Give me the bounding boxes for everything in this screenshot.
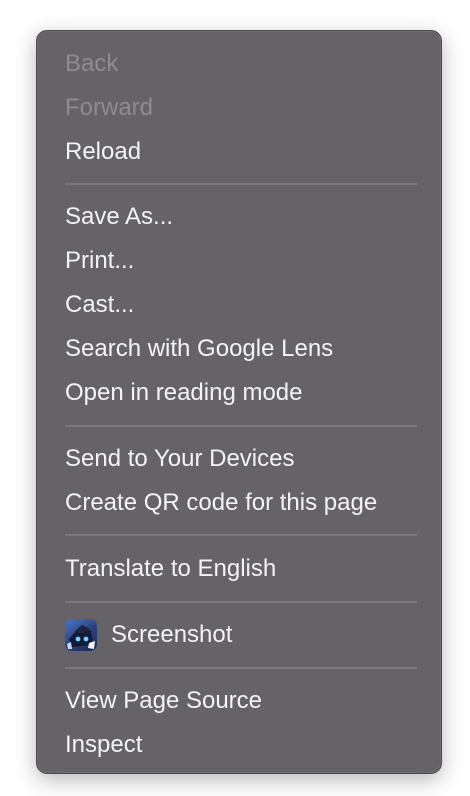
menu-separator [65, 601, 417, 603]
menu-item-reload[interactable]: Reload [65, 132, 141, 172]
menu-item-screenshot-label: Screenshot [111, 621, 233, 648]
menu-item-view-page-source[interactable]: View Page Source [65, 681, 262, 721]
menu-separator [65, 534, 417, 536]
menu-item-print[interactable]: Print... [65, 241, 134, 281]
screenshot-extension-icon [65, 619, 97, 651]
menu-item-cast[interactable]: Cast... [65, 285, 134, 325]
context-menu: Back Forward Reload Save As... Print... … [36, 30, 442, 774]
menu-separator [65, 667, 417, 669]
menu-item-reading-mode[interactable]: Open in reading mode [65, 373, 303, 413]
menu-separator [65, 425, 417, 427]
menu-item-send-to-devices[interactable]: Send to Your Devices [65, 439, 295, 479]
menu-item-translate[interactable]: Translate to English [65, 549, 276, 589]
menu-item-inspect[interactable]: Inspect [65, 725, 142, 765]
menu-item-search-google-lens[interactable]: Search with Google Lens [65, 329, 333, 369]
menu-item-forward: Forward [65, 94, 154, 121]
menu-item-save-as[interactable]: Save As... [65, 197, 173, 237]
menu-item-back: Back [65, 50, 119, 77]
menu-item-screenshot[interactable]: Screenshot [65, 615, 232, 655]
menu-separator [65, 183, 417, 185]
menu-item-create-qr-code[interactable]: Create QR code for this page [65, 483, 377, 523]
